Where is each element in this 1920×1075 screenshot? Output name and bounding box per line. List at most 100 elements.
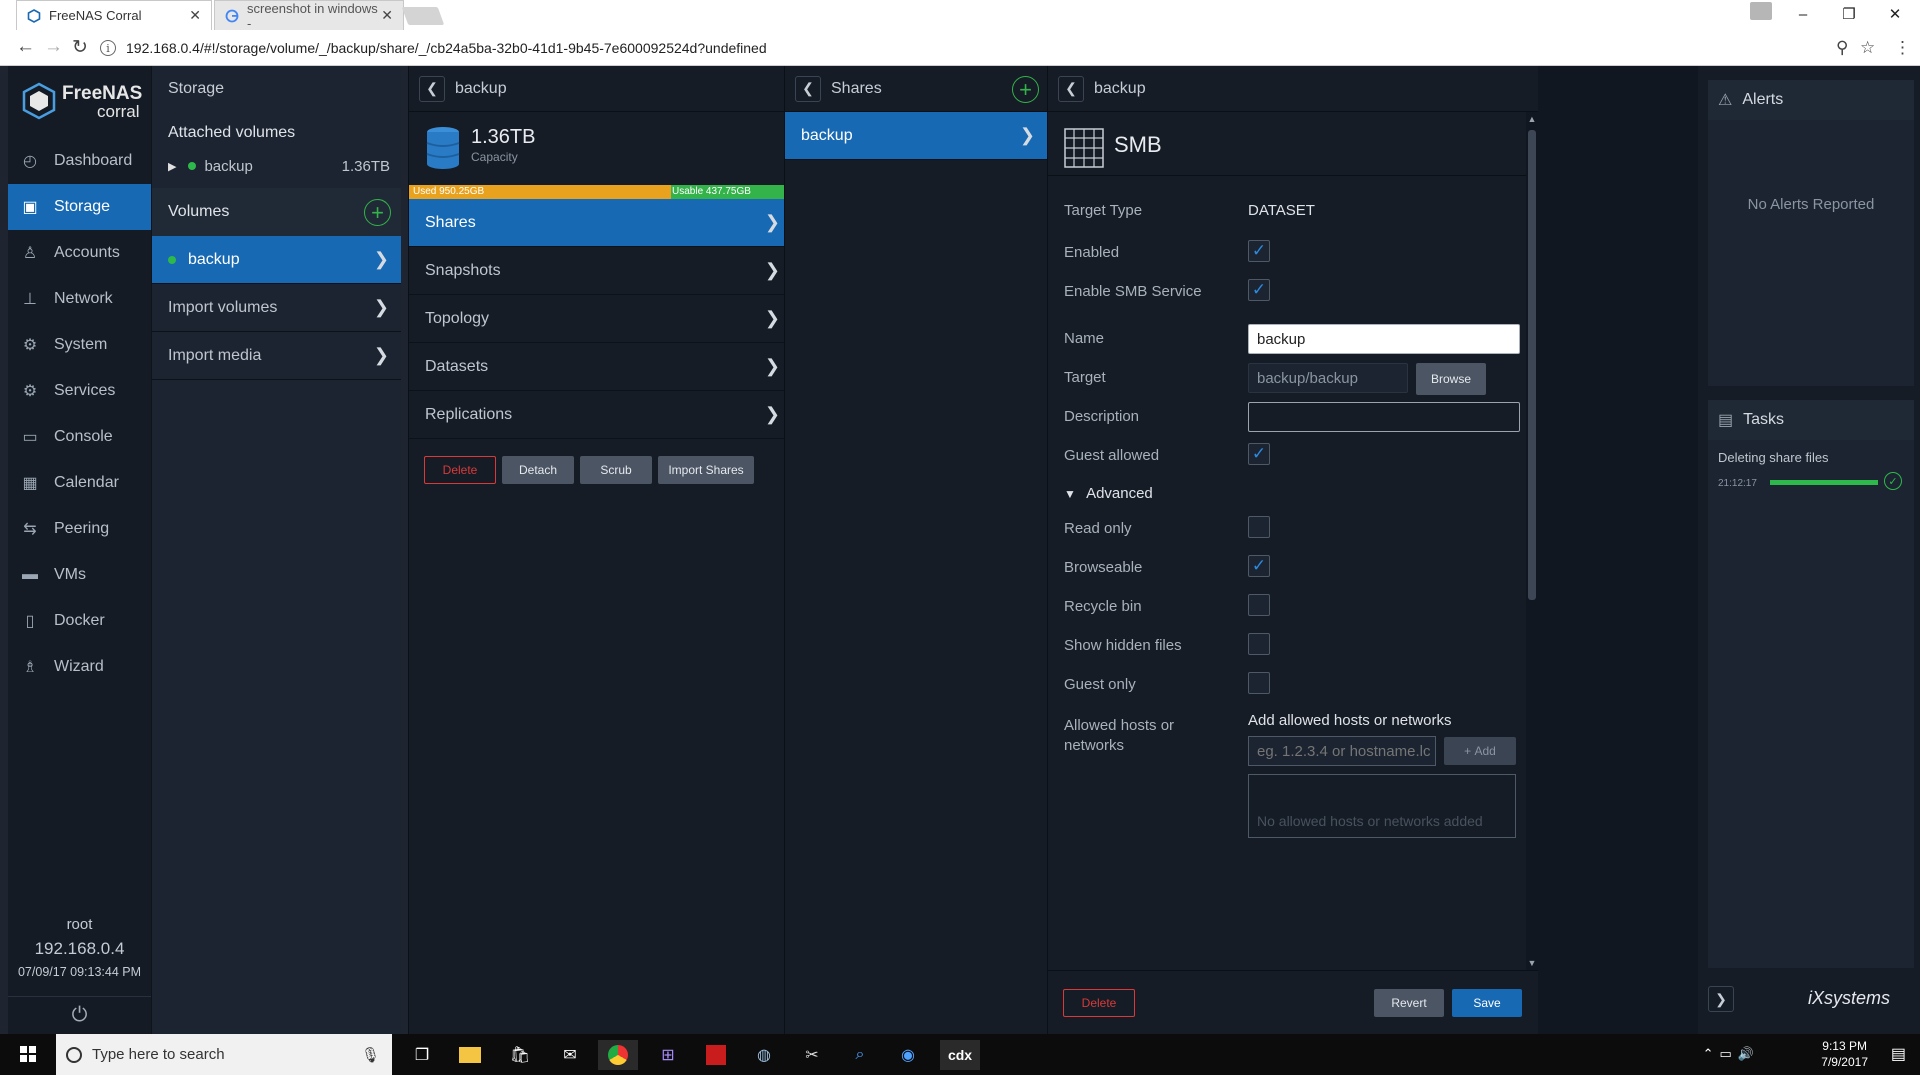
- scroll-thumb[interactable]: [1528, 130, 1536, 600]
- back-chevron-icon[interactable]: ❮: [1058, 75, 1084, 102]
- reload-icon[interactable]: ↻: [72, 36, 88, 59]
- file-explorer-icon[interactable]: [450, 1040, 490, 1070]
- target-input[interactable]: backup/backup: [1248, 363, 1408, 393]
- notifications-icon[interactable]: ▤: [1891, 1044, 1906, 1064]
- docker-icon: ▯: [25, 613, 35, 630]
- sidebar-item-dashboard[interactable]: ◴ Dashboard: [8, 138, 151, 184]
- app-blue-icon[interactable]: ◉: [888, 1040, 928, 1070]
- delete-volume-button[interactable]: Delete: [424, 456, 496, 484]
- steam-icon[interactable]: ◍: [744, 1040, 784, 1070]
- minimize-icon[interactable]: –: [1780, 0, 1826, 28]
- taskbar-clock[interactable]: 9:13 PM 7/9/2017: [1821, 1038, 1868, 1070]
- recycle-bin-checkbox[interactable]: [1248, 594, 1270, 616]
- close-window-icon[interactable]: ✕: [1872, 0, 1918, 28]
- system-tray-icons[interactable]: ⌃▭🔊: [1703, 1046, 1760, 1062]
- share-type-header: SMB: [1048, 112, 1527, 176]
- share-item-backup[interactable]: backup ❯: [785, 112, 1047, 160]
- detail-scrollbar[interactable]: ▲ ▼: [1526, 112, 1538, 970]
- enable-smb-checkbox[interactable]: ✓: [1248, 279, 1270, 301]
- app-purple-icon[interactable]: ⊞: [648, 1040, 688, 1070]
- bookmark-star-icon[interactable]: ☆: [1860, 38, 1875, 58]
- import-shares-button[interactable]: Import Shares: [658, 456, 754, 484]
- back-chevron-icon[interactable]: ❮: [419, 75, 445, 102]
- sidebar-item-storage[interactable]: ▣ Storage: [8, 184, 151, 230]
- expand-triangle-icon[interactable]: ▶: [168, 160, 176, 173]
- sidebar-item-calendar[interactable]: ▦ Calendar: [8, 460, 151, 506]
- import-media-link[interactable]: Import media ❯: [152, 332, 401, 380]
- back-chevron-icon[interactable]: ❮: [795, 75, 821, 102]
- read-only-checkbox[interactable]: [1248, 516, 1270, 538]
- add-volume-icon[interactable]: +: [364, 199, 391, 226]
- expand-panel-icon[interactable]: ❯: [1708, 986, 1734, 1012]
- app-red-icon[interactable]: [696, 1040, 736, 1070]
- power-icon[interactable]: ⏻: [8, 996, 151, 1034]
- close-tab-icon[interactable]: ✕: [189, 7, 201, 24]
- chevron-right-icon: ❯: [764, 212, 780, 232]
- browser-tab-freenas[interactable]: FreeNAS Corral ✕: [16, 0, 212, 30]
- mail-icon[interactable]: ✉: [550, 1040, 590, 1070]
- sidebar-item-vms[interactable]: ▬ VMs: [8, 552, 151, 598]
- scroll-down-icon[interactable]: ▼: [1527, 958, 1537, 968]
- chrome-icon[interactable]: [598, 1040, 638, 1070]
- browser-tab-google[interactable]: screenshot in windows - ✕: [214, 0, 404, 31]
- menu-snapshots[interactable]: Snapshots ❯: [409, 247, 792, 295]
- attached-volume-row[interactable]: ▶ backup 1.36TB: [168, 152, 390, 180]
- browse-button[interactable]: Browse: [1416, 363, 1486, 395]
- browseable-checkbox[interactable]: ✓: [1248, 555, 1270, 577]
- scroll-up-icon[interactable]: ▲: [1527, 114, 1537, 124]
- sidebar-item-services[interactable]: ⚙ Services: [8, 368, 151, 414]
- alerts-header: ⚠ Alerts: [1708, 80, 1914, 120]
- sidebar-item-wizard[interactable]: ♗ Wizard: [8, 644, 151, 690]
- back-arrow-icon[interactable]: ←: [16, 36, 35, 58]
- add-share-icon[interactable]: +: [1012, 76, 1039, 103]
- close-tab-icon[interactable]: ✕: [381, 7, 393, 24]
- url-field[interactable]: i 192.168.0.4/#!/storage/volume/_/backup…: [100, 35, 1860, 61]
- app-x-icon[interactable]: ✂: [792, 1040, 832, 1070]
- sidebar-item-docker[interactable]: ▯ Docker: [8, 598, 151, 644]
- import-volumes-link[interactable]: Import volumes ❯: [152, 284, 401, 332]
- hosts-input[interactable]: [1248, 736, 1436, 766]
- shares-header: ❮ Shares +: [785, 66, 1047, 112]
- new-tab-button[interactable]: [401, 7, 445, 25]
- task-view-icon[interactable]: ❐: [402, 1040, 442, 1070]
- guest-allowed-checkbox[interactable]: ✓: [1248, 443, 1270, 465]
- revert-button[interactable]: Revert: [1374, 989, 1444, 1017]
- forward-arrow-icon[interactable]: →: [44, 36, 63, 58]
- microphone-icon[interactable]: 🎙: [361, 1046, 380, 1064]
- enabled-checkbox[interactable]: ✓: [1248, 240, 1270, 262]
- store-icon[interactable]: 🛍: [500, 1040, 540, 1070]
- menu-dots-icon[interactable]: ⋮: [1894, 38, 1911, 58]
- enable-smb-row: Enable SMB Service ✓: [1064, 279, 1504, 309]
- save-button[interactable]: Save: [1452, 989, 1522, 1017]
- sidebar-item-system[interactable]: ⚙ System: [8, 322, 151, 368]
- name-input[interactable]: backup: [1248, 324, 1520, 354]
- detach-button[interactable]: Detach: [502, 456, 574, 484]
- volume-item-backup[interactable]: backup ❯: [152, 236, 401, 284]
- magnifier-app-icon[interactable]: ⌕: [840, 1040, 880, 1070]
- site-info-icon[interactable]: i: [100, 40, 116, 56]
- show-hidden-checkbox[interactable]: [1248, 633, 1270, 655]
- advanced-toggle[interactable]: ▼ Advanced: [1064, 485, 1264, 509]
- description-input[interactable]: [1248, 402, 1520, 432]
- scrub-button[interactable]: Scrub: [580, 456, 652, 484]
- menu-datasets[interactable]: Datasets ❯: [409, 343, 792, 391]
- sidebar-item-accounts[interactable]: ♙ Accounts: [8, 230, 151, 276]
- menu-label: Replications: [425, 405, 513, 423]
- menu-topology[interactable]: Topology ❯: [409, 295, 792, 343]
- cdx-icon[interactable]: cdx: [940, 1040, 980, 1070]
- windows-start-icon[interactable]: [20, 1046, 36, 1062]
- target-type-row: Target Type DATASET: [1064, 202, 1504, 226]
- taskbar-search[interactable]: Type here to search 🎙: [56, 1034, 392, 1075]
- menu-replications[interactable]: Replications ❯: [409, 391, 792, 439]
- key-icon[interactable]: ⚲: [1836, 38, 1848, 58]
- guest-only-checkbox[interactable]: [1248, 672, 1270, 694]
- freenas-logo[interactable]: FreeNAS corral: [22, 80, 142, 126]
- profile-icon[interactable]: [1750, 2, 1772, 20]
- menu-shares[interactable]: Shares ❯: [409, 199, 792, 247]
- delete-share-button[interactable]: Delete: [1063, 989, 1135, 1017]
- add-host-button[interactable]: + Add: [1444, 737, 1516, 765]
- sidebar-item-console[interactable]: ▭ Console: [8, 414, 151, 460]
- restore-icon[interactable]: ❐: [1826, 0, 1872, 28]
- sidebar-item-network[interactable]: ⊥ Network: [8, 276, 151, 322]
- sidebar-item-peering[interactable]: ⇆ Peering: [8, 506, 151, 552]
